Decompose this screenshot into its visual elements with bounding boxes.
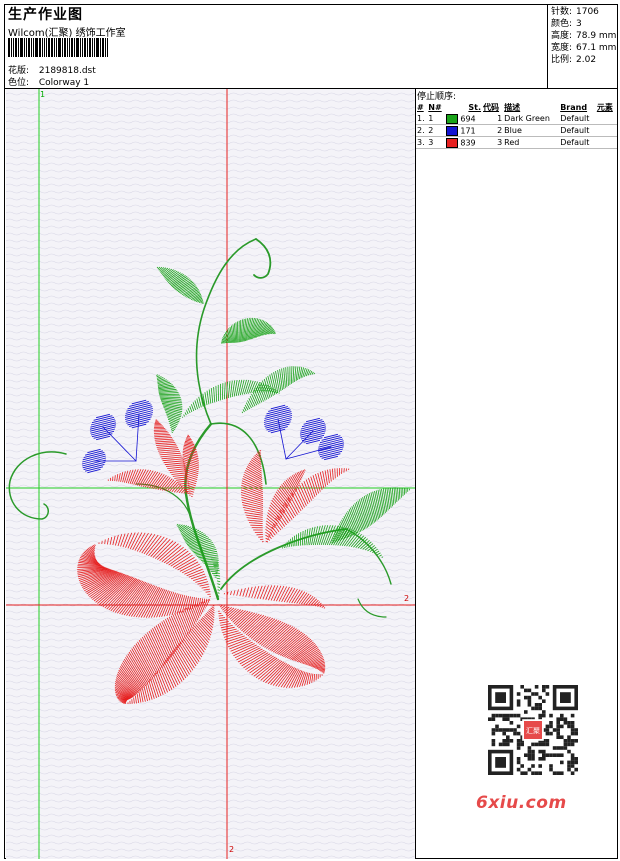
- production-worksheet: 生产作业图 Wilcom(汇聚) 绣饰工作室 花版: 2189818.dst 色…: [4, 4, 618, 859]
- embroidery-preview: [6, 89, 415, 859]
- qr-code-image: 汇聚: [488, 685, 578, 775]
- watermark-logo: 6xiu.com: [476, 793, 567, 813]
- row-description: Red: [503, 136, 560, 149]
- red-vertical-guide-label: 2: [229, 845, 235, 854]
- row-brand: Default: [559, 136, 596, 149]
- row-stitches: 694: [445, 113, 483, 125]
- red-horizontal-guide-label: 2: [404, 594, 410, 603]
- colorway-value: Colorway 1: [38, 78, 90, 88]
- row-code: 2: [482, 124, 504, 137]
- table-row: 2. 2 171 2 Blue Default: [416, 124, 617, 137]
- stat-height: 高度: 78.9 mm: [551, 31, 617, 41]
- row-needle: 2: [427, 124, 446, 137]
- row-element: [595, 136, 617, 149]
- stop-sequence-caption: 停止顺序:: [417, 92, 457, 102]
- stop-sequence-table: # N# St. 代码 描述 Brand 元素 1. 1 694 1 Dark Gree…: [416, 102, 617, 149]
- row-brand: Default: [559, 124, 596, 137]
- table-header-row: # N# St. 代码 描述 Brand 元素: [416, 102, 617, 113]
- row-stitches: 171: [445, 124, 483, 137]
- color-swatch: [446, 137, 459, 148]
- stat-scale: 比例: 2.02: [551, 55, 597, 65]
- qr-code: 汇聚: [474, 681, 586, 779]
- fabric-texture: [6, 89, 415, 859]
- page-title: 生产作业图: [8, 7, 83, 23]
- stat-stitches: 针数: 1706: [551, 7, 599, 17]
- col-code: 代码: [483, 103, 500, 112]
- row-description: Blue: [503, 124, 560, 137]
- row-needle: 1: [427, 113, 446, 125]
- colorway-row: 色位: Colorway 1: [8, 75, 89, 88]
- row-element: [595, 113, 617, 125]
- row-needle: 3: [427, 136, 446, 149]
- header: 生产作业图 Wilcom(汇聚) 绣饰工作室 花版: 2189818.dst 色…: [5, 5, 617, 89]
- row-index: 1.: [416, 113, 428, 125]
- row-description: Dark Green: [503, 113, 560, 125]
- stat-colors: 颜色: 3: [551, 19, 582, 29]
- row-brand: Default: [559, 113, 596, 125]
- header-info: 生产作业图 Wilcom(汇聚) 绣饰工作室 花版: 2189818.dst 色…: [5, 5, 548, 88]
- col-index: #: [417, 103, 424, 112]
- col-brand: Brand: [560, 103, 588, 112]
- color-swatch: [446, 113, 459, 124]
- design-stats: 针数: 1706 颜色: 3 高度: 78.9 mm 宽度: 67.1 mm 比例: 2.…: [551, 6, 616, 66]
- stat-width: 宽度: 67.1 mm: [551, 43, 617, 53]
- table-row: 3. 3 839 3 Red Default: [416, 136, 617, 149]
- row-element: [595, 124, 617, 137]
- row-code: 3: [482, 136, 504, 149]
- row-code: 1: [482, 113, 504, 125]
- row-index: 2.: [416, 124, 428, 137]
- col-needle: N#: [428, 103, 442, 112]
- green-vertical-guide-label: 1: [40, 90, 46, 99]
- row-index: 3.: [416, 136, 428, 149]
- col-stitches: St.: [468, 103, 482, 112]
- qr-stamp-text: 汇聚: [526, 727, 540, 735]
- colorway-label: 色位:: [8, 78, 30, 88]
- color-swatch: [446, 125, 459, 136]
- studio-name: Wilcom(汇聚) 绣饰工作室: [8, 28, 126, 39]
- barcode: [8, 38, 109, 57]
- col-description: 描述: [504, 103, 521, 112]
- stop-sequence-panel: 停止顺序: # N# St. 代码 描述 Brand 元素 1. 1 694 1 Dar…: [416, 89, 617, 859]
- design-canvas: 1 2 2: [6, 89, 416, 859]
- table-row: 1. 1 694 1 Dark Green Default: [416, 113, 617, 125]
- row-stitches: 839: [445, 136, 483, 149]
- col-element: 元素: [596, 103, 613, 112]
